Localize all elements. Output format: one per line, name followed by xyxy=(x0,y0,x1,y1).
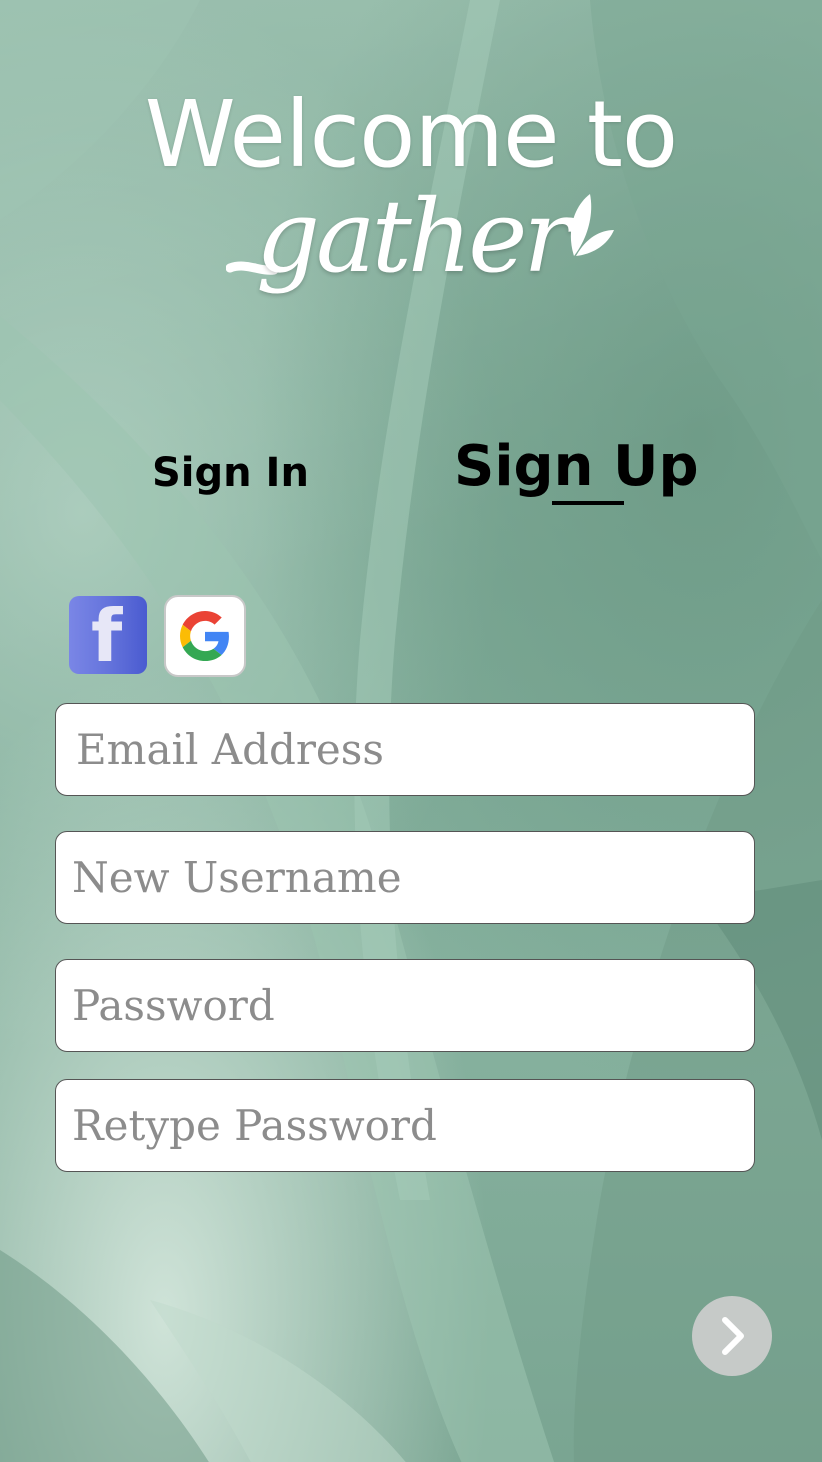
username-field[interactable] xyxy=(55,831,755,924)
leaf-icon xyxy=(570,194,614,256)
tab-sign-up[interactable]: Sign Up xyxy=(454,434,699,499)
google-login-button[interactable] xyxy=(164,595,246,677)
retype-password-field[interactable] xyxy=(55,1079,755,1172)
facebook-login-button[interactable]: f xyxy=(69,596,147,674)
password-field[interactable] xyxy=(55,959,755,1052)
email-field[interactable] xyxy=(55,703,755,796)
gather-logo: gather xyxy=(226,178,616,356)
facebook-icon: f xyxy=(91,594,123,678)
next-button[interactable] xyxy=(692,1296,772,1376)
welcome-heading: Welcome to xyxy=(144,81,678,188)
active-tab-underline xyxy=(552,501,624,505)
logo-wordmark: gather xyxy=(256,178,571,295)
chevron-right-icon xyxy=(722,1317,744,1355)
google-icon xyxy=(180,611,229,661)
tab-sign-in[interactable]: Sign In xyxy=(152,450,309,496)
